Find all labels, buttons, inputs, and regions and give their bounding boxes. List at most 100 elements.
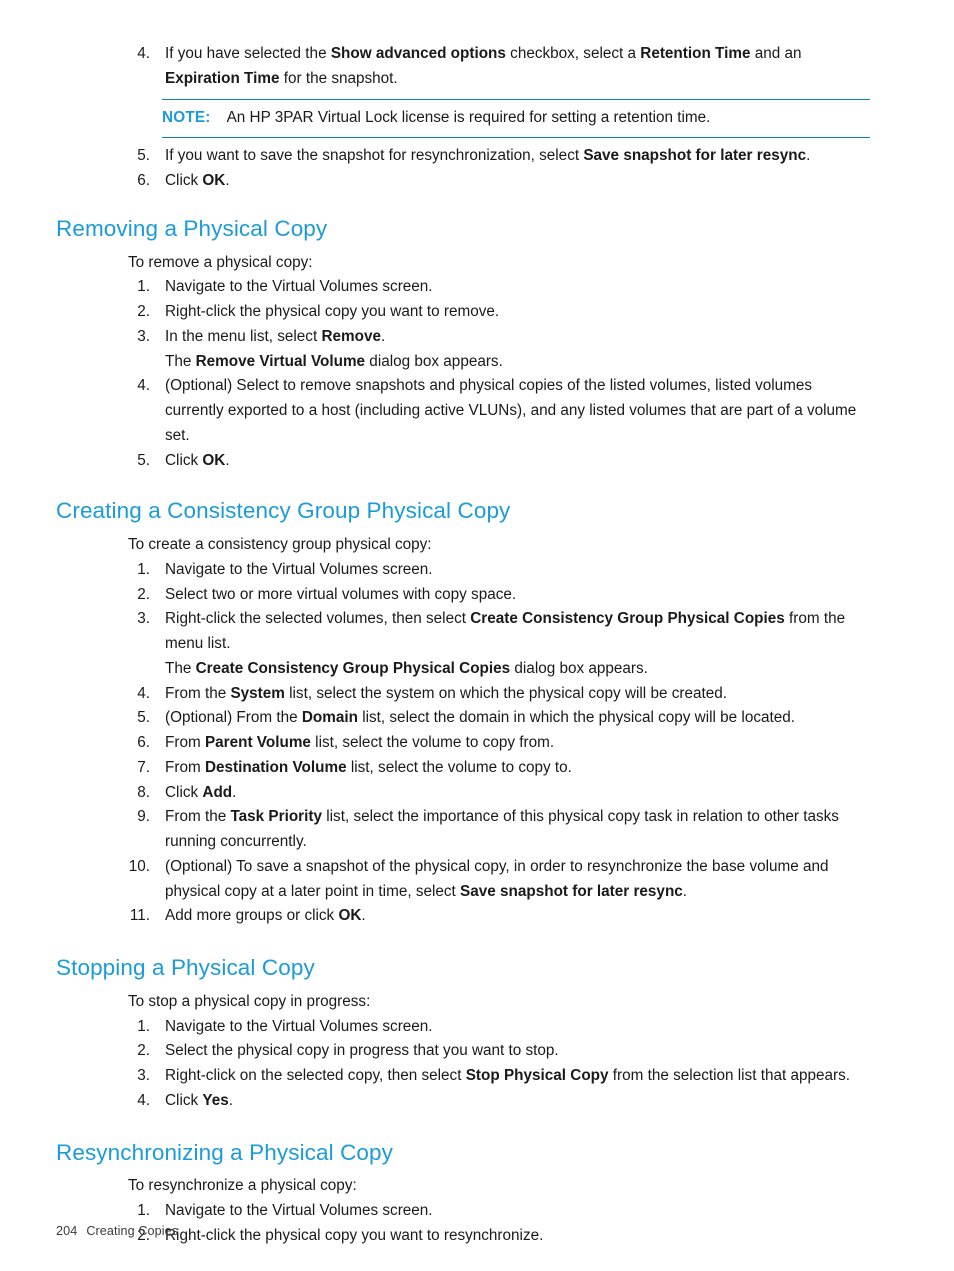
list-item-number: 2. xyxy=(137,303,150,321)
list-item: 1. Navigate to the Virtual Volumes screen… xyxy=(56,275,870,300)
step-text-0: From xyxy=(165,758,205,776)
list-item-number: 4. xyxy=(137,45,150,62)
step-text-2: . xyxy=(228,1091,234,1109)
list-item-text: From Destination Volume list, select the… xyxy=(165,756,870,781)
list-item-text: From Parent Volume list, select the volu… xyxy=(165,731,870,756)
step-emphasis-3: Retention Time xyxy=(640,45,751,62)
step-text-2: list, select the volume to copy to. xyxy=(346,758,572,776)
step-text-0: Navigate to the Virtual Volumes screen. xyxy=(165,1201,433,1219)
list-item-text: Click Yes. xyxy=(165,1089,870,1114)
list-item-number: 6. xyxy=(137,172,150,190)
list-item-number: 10. xyxy=(128,857,150,875)
list-item-number: 5. xyxy=(137,147,150,165)
list-item: 4. From the System list, select the syste… xyxy=(56,682,870,707)
step-text-0: From xyxy=(165,734,205,752)
list-item-number: 11. xyxy=(129,907,150,925)
list-item-text: Right-click the selected volumes, then s… xyxy=(165,607,870,657)
note-label: NOTE: xyxy=(162,108,211,126)
list-item: 6. From Parent Volume list, select the vo… xyxy=(56,731,870,756)
list-item-text: Select the physical copy in progress tha… xyxy=(165,1039,870,1064)
step-text-2: from the selection list that appears. xyxy=(608,1067,851,1085)
step-list-continued: 4. If you have selected the Show advanced… xyxy=(56,42,870,194)
list-item-number: 5. xyxy=(137,451,150,469)
list-item-number: 1. xyxy=(137,278,150,296)
step-text-0: Click xyxy=(165,172,203,190)
step-text-2: . xyxy=(225,172,230,190)
followup-text-2: dialog box appears. xyxy=(365,352,503,370)
step-text-0: Navigate to the Virtual Volumes screen. xyxy=(165,560,433,578)
step-text-0: Navigate to the Virtual Volumes screen. xyxy=(165,1017,433,1035)
list-item: 3. In the menu list, select Remove. xyxy=(56,325,870,350)
step-emphasis-1: Domain xyxy=(301,709,358,727)
list-item-number: 3. xyxy=(137,327,150,345)
followup-text-0: The xyxy=(165,352,196,370)
step-emphasis-1: Save snapshot for later resync xyxy=(583,147,807,165)
document-page: 4. If you have selected the Show advanced… xyxy=(0,0,954,1271)
footer-page-number: 204 xyxy=(56,1224,78,1238)
list-item-text: If you have selected the Show advanced o… xyxy=(165,42,870,92)
step-emphasis-1: Parent Volume xyxy=(204,734,311,752)
step-text-2: list, select the domain in which the phy… xyxy=(357,709,795,727)
step-emphasis-1: Create Consistency Group Physical Copies xyxy=(470,610,785,628)
step-text-0: Click xyxy=(165,783,203,801)
step-text-2: . xyxy=(225,451,230,469)
step-text-2: . xyxy=(232,783,237,801)
list-item: 3. Right-click on the selected copy, then… xyxy=(56,1064,870,1089)
step-text-0: Right-click the physical copy you want t… xyxy=(165,303,500,321)
list-item: 8. Click Add. xyxy=(56,781,870,806)
list-item-number: 8. xyxy=(137,783,150,801)
list-item-text: Select two or more virtual volumes with … xyxy=(165,583,870,608)
step-text-0: Click xyxy=(165,1091,203,1109)
list-item: 5. Click OK. xyxy=(56,449,870,474)
step-emphasis-5: Expiration Time xyxy=(165,69,280,87)
step-emphasis-1: Save snapshot for later resync xyxy=(460,882,683,900)
step-text-0: Right-click the physical copy you want t… xyxy=(165,1226,544,1244)
step-text-2: . xyxy=(682,882,688,900)
list-item-text: Navigate to the Virtual Volumes screen. xyxy=(165,1015,870,1040)
list-item-text: Navigate to the Virtual Volumes screen. xyxy=(165,1199,870,1224)
note-text: An HP 3PAR Virtual Lock license is requi… xyxy=(226,108,711,126)
step-list: 1. Navigate to the Virtual Volumes screen… xyxy=(56,1015,870,1114)
step-emphasis-1: Task Priority xyxy=(230,808,322,826)
section-intro-text: To stop a physical copy in progress: xyxy=(128,992,371,1010)
section-intro-text: To create a consistency group physical c… xyxy=(128,535,432,553)
page-footer: 204 Creating Copies xyxy=(56,1224,178,1238)
list-item-number: 4. xyxy=(137,1091,150,1109)
list-item-number: 1. xyxy=(137,1017,150,1035)
list-item-text: From the System list, select the system … xyxy=(165,682,870,707)
footer-chapter-title: Creating Copies xyxy=(86,1224,179,1238)
list-item: 3. Right-click the selected volumes, then… xyxy=(56,607,870,657)
step-text-0: Select the physical copy in progress tha… xyxy=(165,1042,559,1060)
list-item-text: (Optional) To save a snapshot of the phy… xyxy=(165,855,870,905)
section-heading: Stopping a Physical Copy xyxy=(56,955,315,981)
step-emphasis-1: Stop Physical Copy xyxy=(465,1067,609,1085)
step-list: 1. Navigate to the Virtual Volumes screen… xyxy=(56,558,870,929)
step-emphasis-1: Destination Volume xyxy=(204,758,347,776)
list-item: 2. Select two or more virtual volumes wit… xyxy=(56,583,870,608)
list-item: 1. Navigate to the Virtual Volumes screen… xyxy=(56,1015,870,1040)
list-item-text: Right-click on the selected copy, then s… xyxy=(165,1064,870,1089)
list-item: 1. Navigate to the Virtual Volumes screen… xyxy=(56,1199,870,1224)
list-item: 10. (Optional) To save a snapshot of the … xyxy=(56,855,870,905)
list-item-text: Click OK. xyxy=(165,169,870,194)
step-text-2: list, select the system on which the phy… xyxy=(284,684,727,702)
list-item-number: 4. xyxy=(137,377,150,395)
list-item: 1. Navigate to the Virtual Volumes screen… xyxy=(56,558,870,583)
page-content: 4. If you have selected the Show advanced… xyxy=(56,42,870,1248)
list-item-text: (Optional) Select to remove snapshots an… xyxy=(165,374,870,448)
list-item-number: 2. xyxy=(137,585,150,603)
list-item-number: 3. xyxy=(137,1067,150,1085)
step-text-0: If you want to save the snapshot for res… xyxy=(165,147,584,165)
step-text-0: (Optional) Select to remove snapshots an… xyxy=(165,377,857,444)
list-item-text: Right-click the physical copy you want t… xyxy=(165,300,870,325)
section-heading: Creating a Consistency Group Physical Co… xyxy=(56,498,511,524)
list-item-text: If you want to save the snapshot for res… xyxy=(165,144,870,169)
list-item-text: (Optional) From the Domain list, select … xyxy=(165,706,870,731)
step-text-0: From the xyxy=(165,684,231,702)
step-emphasis-1: OK xyxy=(202,172,226,190)
step-text-0: Add more groups or click xyxy=(165,907,339,925)
step-text-0: Click xyxy=(165,451,203,469)
list-item: 4. Click Yes. xyxy=(56,1089,870,1114)
list-item-number: 3. xyxy=(137,610,150,628)
step-text-2: . xyxy=(380,327,386,345)
